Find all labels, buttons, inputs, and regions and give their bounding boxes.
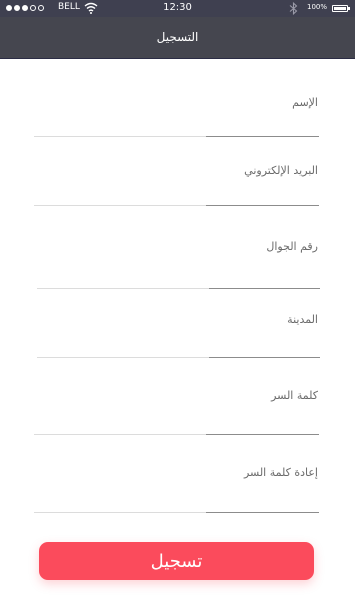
phone-field: رقم الجوال [0,240,355,292]
status-bar: BELL 12:30 100% [0,0,355,17]
bluetooth-icon [289,2,298,15]
city-field: المدينة [0,313,355,361]
city-label: المدينة [287,313,318,326]
password-field: كلمة السر [0,389,355,439]
name-field: الإسم [0,96,355,138]
confirm-password-field: إعادة كلمة السر [0,466,355,518]
page-title: التسجيل [156,30,199,44]
register-button[interactable]: تسجيل [39,542,314,580]
status-time: 12:30 [163,2,192,13]
password-input[interactable] [36,411,319,433]
name-label: الإسم [292,96,318,109]
navigation-bar: التسجيل [0,17,355,59]
phone-label: رقم الجوال [266,240,318,253]
battery-icon [332,5,350,12]
battery-percentage: 100% [307,3,328,11]
confirm-password-label: إعادة كلمة السر [243,466,318,479]
phone-input[interactable] [38,265,319,287]
city-input[interactable] [38,335,319,357]
email-label: البريد الإلكتروني [244,164,318,177]
confirm-password-input[interactable] [36,489,319,511]
name-input[interactable] [36,112,319,134]
email-field: البريد الإلكتروني [0,164,355,208]
email-input[interactable] [36,181,319,203]
password-label: كلمة السر [271,389,318,402]
